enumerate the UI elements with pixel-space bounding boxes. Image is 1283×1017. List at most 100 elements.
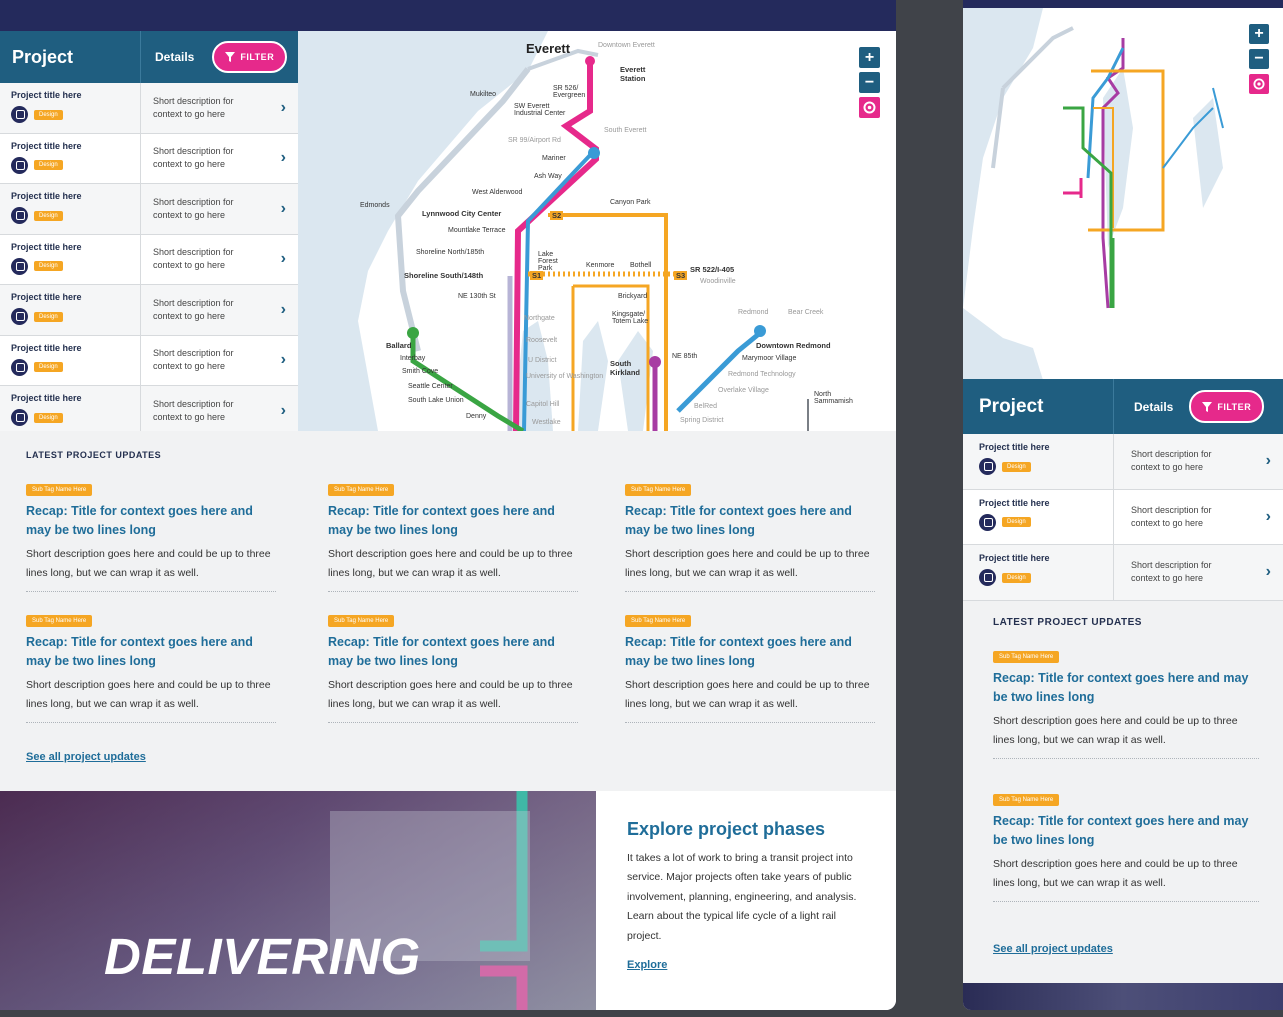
chevron-right-icon[interactable]: › [281, 149, 286, 167]
update-title-link[interactable]: Recap: Title for context goes here and m… [625, 502, 875, 541]
row-meta: Design [979, 458, 1113, 475]
chevron-right-icon[interactable]: › [281, 351, 286, 369]
mobile-zoom-out-button[interactable]: − [1249, 49, 1269, 69]
table-row[interactable]: Project title here Design Short descriptio… [0, 83, 298, 134]
project-title[interactable]: Project title here [11, 90, 140, 100]
table-row[interactable]: Project title here Design Short descriptio… [0, 285, 298, 336]
label-bear-creek: Bear Creek [788, 309, 824, 316]
update-card: Sub Tag Name Here Recap: Title for contex… [328, 478, 578, 592]
update-title-link[interactable]: Recap: Title for context goes here and m… [328, 633, 578, 672]
update-tag: Sub Tag Name Here [993, 651, 1060, 663]
update-tag: Sub Tag Name Here [328, 484, 395, 496]
label-south-everett: South Everett [604, 127, 647, 134]
table-row[interactable]: Project title here Design Short descriptio… [0, 184, 298, 235]
mobile-see-all-link[interactable]: See all project updates [993, 943, 1113, 955]
project-title[interactable]: Project title here [11, 191, 140, 201]
label-marymoor: Marymoor Village [742, 355, 797, 362]
update-description: Short description goes here and could be… [993, 857, 1238, 889]
hero-image: DELIVERING [0, 791, 596, 1010]
row-details-cell: Short description for context to go here… [141, 184, 298, 234]
project-title[interactable]: Project title here [11, 242, 140, 252]
row-meta: Design [11, 207, 140, 224]
label-shoreline-north: Shoreline North/185th [416, 249, 485, 256]
update-card: Sub Tag Name Here Recap: Title for contex… [26, 609, 276, 723]
divider [993, 757, 1259, 759]
update-title-link[interactable]: Recap: Title for context goes here and m… [993, 669, 1259, 708]
table-rows: Project title here Design Short descriptio… [0, 83, 298, 437]
update-title-link[interactable]: Recap: Title for context goes here and m… [993, 812, 1259, 851]
train-icon [11, 207, 28, 224]
row-details-cell: Short description for context to go here… [141, 134, 298, 184]
label-smith-cove: Smith Cove [402, 368, 439, 375]
funnel-icon [1202, 401, 1213, 412]
zoom-in-button[interactable]: + [859, 47, 880, 68]
filter-button[interactable]: FILTER [212, 41, 288, 73]
label-shoreline-south: Shoreline South/148th [404, 271, 484, 280]
see-all-updates-link[interactable]: See all project updates [26, 751, 146, 763]
chevron-right-icon[interactable]: › [281, 99, 286, 117]
zoom-out-button[interactable]: − [859, 72, 880, 93]
project-title[interactable]: Project title here [979, 553, 1113, 563]
label-interbay: Interbay [400, 355, 426, 362]
table-row[interactable]: Project title here Design Short descriptio… [0, 386, 298, 437]
label-south-lake-union: South Lake Union [408, 397, 464, 404]
transit-map[interactable]: Everett Downtown Everett Everett Station… [298, 31, 896, 431]
project-title[interactable]: Project title here [11, 141, 140, 151]
table-row[interactable]: Project title here Design Short descriptio… [963, 489, 1283, 545]
row-details-cell: Short description for context to go here… [1114, 545, 1283, 600]
minus-icon: − [864, 73, 875, 91]
mobile-updates-section: LATEST PROJECT UPDATES Sub Tag Name Here… [963, 601, 1283, 981]
reset-view-button[interactable] [859, 97, 880, 118]
section-title: LATEST PROJECT UPDATES [26, 450, 162, 460]
update-description: Short description goes here and could be… [625, 547, 870, 579]
mobile-zoom-in-button[interactable]: + [1249, 24, 1269, 44]
update-title-link[interactable]: Recap: Title for context goes here and m… [26, 633, 276, 672]
chevron-right-icon[interactable]: › [281, 250, 286, 268]
chevron-right-icon[interactable]: › [1266, 563, 1271, 581]
explore-link[interactable]: Explore [627, 959, 667, 971]
table-row[interactable]: Project title here Design Short descriptio… [0, 234, 298, 285]
table-row[interactable]: Project title here Design Short descriptio… [963, 545, 1283, 601]
table-row[interactable]: Project title here Design Short descriptio… [963, 434, 1283, 490]
desktop-preview: Project Details FILTER Project title her… [0, 0, 896, 1010]
update-title-link[interactable]: Recap: Title for context goes here and m… [26, 502, 276, 541]
label-canyon-park: Canyon Park [610, 199, 651, 206]
label-redmond-tech: Redmond Technology [728, 371, 796, 378]
row-meta: Design [11, 257, 140, 275]
label-bothell: Bothell [630, 262, 652, 269]
chevron-right-icon[interactable]: › [281, 301, 286, 319]
project-title[interactable]: Project title here [11, 393, 140, 403]
update-tag: Sub Tag Name Here [328, 615, 395, 627]
mobile-reset-view-button[interactable] [1249, 74, 1269, 94]
train-icon [11, 257, 28, 275]
chevron-right-icon[interactable]: › [281, 200, 286, 218]
mobile-filter-button[interactable]: FILTER [1189, 390, 1265, 423]
project-title[interactable]: Project title here [979, 442, 1113, 452]
row-project-cell: Project title here Design [0, 285, 141, 335]
update-tag: Sub Tag Name Here [993, 794, 1060, 806]
mobile-transit-map[interactable]: + − [963, 8, 1283, 380]
update-title-link[interactable]: Recap: Title for context goes here and m… [625, 633, 875, 672]
row-project-cell: Project title here Design [0, 386, 141, 436]
project-description: Short description for context to go here [1131, 449, 1212, 473]
project-title[interactable]: Project title here [979, 498, 1113, 508]
row-details-cell: Short description for context to go here… [141, 235, 298, 285]
label-swe: SW Everett Industrial Center [514, 103, 566, 117]
table-row[interactable]: Project title here Design Short descriptio… [0, 133, 298, 184]
row-project-cell: Project title here Design [0, 234, 141, 284]
chevron-right-icon[interactable]: › [1266, 508, 1271, 526]
label-s1: S1 [530, 271, 544, 280]
row-meta: Design [11, 308, 140, 325]
chevron-right-icon[interactable]: › [281, 402, 286, 420]
label-ne85: NE 85th [672, 353, 698, 360]
project-title[interactable]: Project title here [11, 292, 140, 302]
project-title[interactable]: Project title here [11, 343, 140, 353]
label-spring-district: Spring District [680, 417, 724, 424]
divider [26, 721, 276, 723]
label-s3: S3 [674, 271, 688, 280]
update-title-link[interactable]: Recap: Title for context goes here and m… [328, 502, 578, 541]
row-meta: Design [979, 569, 1113, 586]
table-row[interactable]: Project title here Design Short descriptio… [0, 335, 298, 386]
chevron-right-icon[interactable]: › [1266, 452, 1271, 470]
project-description: Short description for context to go here [153, 95, 234, 119]
